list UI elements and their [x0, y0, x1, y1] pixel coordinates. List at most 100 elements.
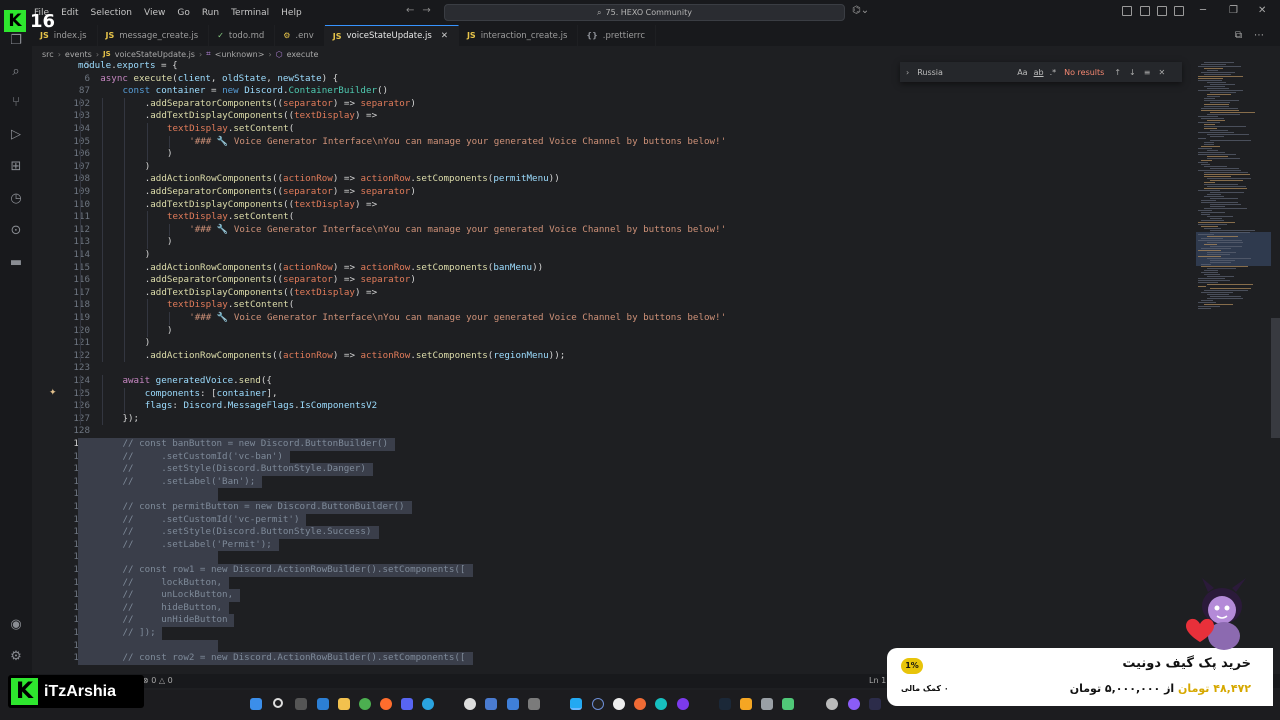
task-view-icon[interactable] — [295, 698, 307, 710]
env-icon[interactable]: ▬ — [8, 255, 24, 271]
app-icon[interactable] — [869, 698, 881, 710]
line-number[interactable]: 119 — [32, 312, 90, 325]
widgets-icon[interactable] — [317, 698, 329, 710]
tab-prettierrc[interactable]: {} .prettierrc — [578, 25, 656, 46]
code-line[interactable]: 129// const banButton = new Discord.Butt… — [32, 438, 1195, 451]
telegram-icon[interactable] — [422, 698, 434, 710]
more-actions-icon[interactable]: ⋯ — [1254, 30, 1264, 41]
command-center-search[interactable]: ⌕ 75. HEXO Community — [444, 4, 845, 21]
explorer-icon[interactable]: ❐ — [8, 33, 24, 49]
line-number[interactable]: 103 — [32, 110, 90, 123]
code-line[interactable]: 138 — [32, 551, 1195, 564]
app-icon[interactable] — [613, 698, 625, 710]
toggle-replace-chevron-icon[interactable]: › — [906, 68, 909, 77]
line-number[interactable]: 112 — [32, 224, 90, 237]
file-explorer-icon[interactable] — [338, 698, 350, 710]
code-line[interactable]: 103 .addTextDisplayComponents((textDispla… — [32, 110, 1195, 123]
line-number[interactable]: 118 — [32, 299, 90, 312]
app-icon[interactable] — [677, 698, 689, 710]
previous-match-icon[interactable]: ↑ — [1114, 68, 1121, 77]
code-line[interactable]: 137// .setLabel('Permit'); — [32, 538, 1195, 552]
steam-icon[interactable] — [719, 698, 731, 710]
line-number[interactable]: 127 — [32, 413, 90, 426]
code-line[interactable]: 112 '### 🔧 Voice Generator Interface\nYou… — [32, 223, 1195, 237]
firefox-icon[interactable] — [380, 698, 392, 710]
app-icon[interactable] — [848, 698, 860, 710]
obs-icon[interactable] — [464, 698, 476, 710]
code-line[interactable]: 109 .addSeparatorComponents((separator) =… — [32, 186, 1195, 199]
account-icon[interactable]: ◉ — [8, 617, 24, 633]
tab-voicestateupdate-js[interactable]: JS voiceStateUpdate.js ✕ — [324, 25, 459, 46]
code-line[interactable]: 139// const row1 = new Discord.ActionRow… — [32, 564, 1195, 577]
remote-explorer-icon[interactable]: ⊙ — [8, 223, 24, 239]
code-line[interactable]: 114) — [32, 249, 1195, 262]
menu-view[interactable]: View — [138, 8, 171, 18]
extensions-icon[interactable]: ⊞ — [8, 159, 24, 175]
code-line[interactable]: 127}); — [32, 412, 1195, 426]
forward-arrow-icon[interactable]: → — [422, 5, 438, 16]
breadcrumb-item[interactable]: execute — [287, 50, 319, 59]
problems-count[interactable]: ⊗ 0 △ 0 — [142, 676, 173, 685]
regex-option[interactable]: .* — [1050, 68, 1057, 77]
code-line[interactable]: 131// .setStyle(Discord.ButtonStyle.Dang… — [32, 463, 1195, 476]
find-in-selection-icon[interactable]: ≡ — [1144, 68, 1151, 77]
search-icon[interactable]: ⌕ — [8, 64, 24, 80]
split-editor-icon[interactable]: ⧉ — [1235, 30, 1242, 41]
code-line[interactable]: 132// .setLabel('Ban'); — [32, 475, 1195, 489]
next-match-icon[interactable]: ↓ — [1129, 68, 1136, 77]
start-button-icon[interactable] — [250, 698, 262, 710]
close-window-icon[interactable]: ✕ — [1258, 5, 1266, 16]
code-line[interactable]: 122 .addActionRowComponents((actionRow) =… — [32, 349, 1195, 363]
line-number[interactable]: 105 — [32, 136, 90, 149]
code-line[interactable]: 111 textDisplay.setContent( — [32, 211, 1195, 224]
app-icon[interactable] — [592, 698, 604, 710]
toggle-secondary-sidebar-icon[interactable] — [1157, 6, 1167, 16]
tab-todo-md[interactable]: ✓ todo.md — [209, 25, 276, 46]
back-arrow-icon[interactable]: ← — [406, 5, 422, 16]
settings-gear-icon[interactable]: ⚙ — [8, 649, 24, 665]
cursor-position[interactable]: Ln 1: — [869, 676, 889, 685]
toggle-primary-sidebar-icon[interactable] — [1122, 6, 1132, 16]
copilot-icon[interactable]: ⌬⌄ — [852, 5, 869, 16]
close-find-icon[interactable]: ✕ — [1158, 68, 1165, 77]
lightbulb-icon[interactable]: ✦ — [49, 388, 57, 398]
visual-studio-icon[interactable] — [507, 698, 519, 710]
line-number[interactable]: 114 — [32, 249, 90, 262]
line-number[interactable]: 126 — [32, 400, 90, 413]
line-number[interactable]: 106 — [32, 148, 90, 161]
code-line[interactable]: 126 flags: Discord.MessageFlags.IsCompone… — [32, 400, 1195, 413]
taskbar-search-icon[interactable] — [273, 698, 283, 708]
stats-icon[interactable] — [485, 698, 497, 710]
code-line[interactable]: 113) — [32, 236, 1195, 249]
line-number[interactable]: 87 — [32, 85, 90, 98]
app-icon[interactable] — [782, 698, 794, 710]
line-number[interactable]: 124 — [32, 375, 90, 388]
breadcrumb-item[interactable]: src — [42, 50, 54, 59]
line-number[interactable]: 109 — [32, 186, 90, 199]
line-number[interactable]: 115 — [32, 262, 90, 275]
breadcrumb-item[interactable]: voiceStateUpdate.js — [115, 50, 195, 59]
nav-arrows[interactable]: ←→ — [406, 5, 439, 16]
menu-help[interactable]: Help — [275, 8, 308, 18]
match-case-option[interactable]: Aa — [1017, 68, 1027, 77]
app-icon[interactable] — [655, 698, 667, 710]
close-tab-icon[interactable]: ✕ — [441, 31, 448, 41]
line-number[interactable]: 108 — [32, 173, 90, 186]
app-icon[interactable] — [761, 698, 773, 710]
line-number[interactable]: 104 — [32, 123, 90, 136]
tab-message-create-js[interactable]: JS message_create.js — [98, 25, 210, 46]
vertical-scrollbar[interactable] — [1271, 60, 1280, 672]
app-icon[interactable] — [826, 698, 838, 710]
code-line[interactable]: 105 '### 🔧 Voice Generator Interface\nYou… — [32, 135, 1195, 149]
breadcrumb-item[interactable]: events — [65, 50, 92, 59]
line-number[interactable]: 116 — [32, 274, 90, 287]
menu-terminal[interactable]: Terminal — [225, 8, 275, 18]
menu-go[interactable]: Go — [171, 8, 195, 18]
line-number[interactable]: 113 — [32, 236, 90, 249]
code-line[interactable]: 104 textDisplay.setContent( — [32, 123, 1195, 136]
code-line[interactable]: 115 .addActionRowComponents((actionRow) =… — [32, 261, 1195, 275]
code-line[interactable]: 140// lockButton, — [32, 576, 1195, 590]
code-line[interactable]: 107) — [32, 160, 1195, 174]
line-number[interactable]: 123 — [32, 362, 90, 375]
code-line[interactable]: 130// .setCustomId('vc-ban') — [32, 450, 1195, 464]
